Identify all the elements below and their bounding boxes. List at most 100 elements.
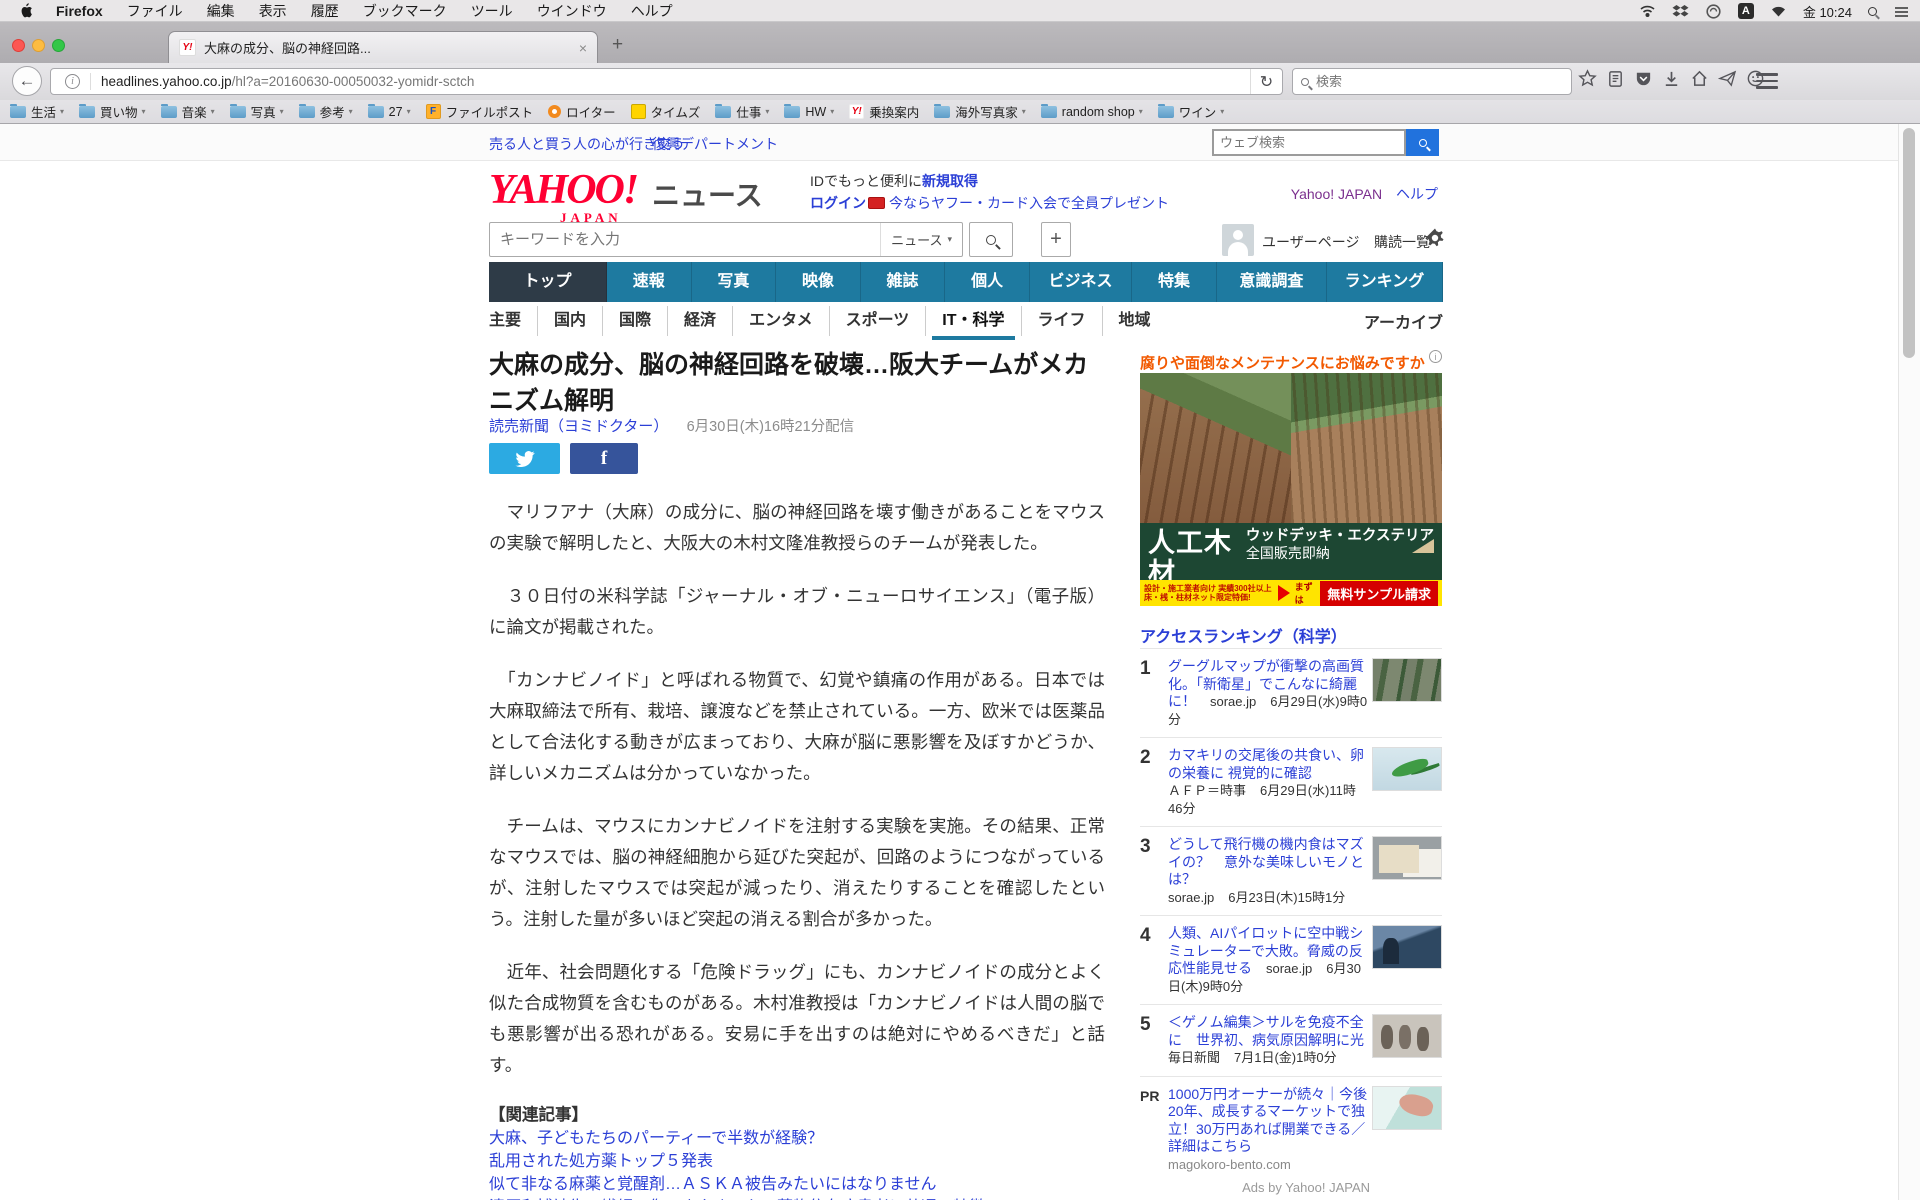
url-bar[interactable]: i headlines.yahoo.co.jp/hl?a=20160630-00…: [50, 68, 1283, 95]
bookmark-folder-shopping[interactable]: 買い物 ▾: [79, 102, 146, 121]
add-keyword-button[interactable]: +: [1041, 222, 1071, 257]
bookmark-folder-random-shop[interactable]: random shop ▾: [1040, 103, 1143, 119]
article-source-link[interactable]: 読売新聞（ヨミドクター）: [489, 418, 668, 435]
notification-center-icon[interactable]: [1893, 4, 1910, 19]
web-search-box[interactable]: [1212, 129, 1406, 156]
pr-thumbnail[interactable]: [1372, 1085, 1442, 1130]
bookmark-folder-hw[interactable]: HW ▾: [784, 103, 834, 119]
share-plane-icon[interactable]: [1718, 69, 1737, 88]
tab-close-icon[interactable]: ×: [579, 40, 587, 56]
nav-tab-personal[interactable]: 個人: [945, 262, 1030, 302]
apple-menu-icon[interactable]: [20, 3, 34, 18]
nav-tab-video[interactable]: 映像: [776, 262, 861, 302]
news-search-box[interactable]: ニュース▾: [489, 222, 963, 257]
facebook-share-button[interactable]: f: [570, 443, 638, 474]
menu-bookmarks[interactable]: ブックマーク: [363, 1, 447, 21]
news-service-logo[interactable]: ニュース: [652, 174, 763, 214]
menu-edit[interactable]: 編集: [207, 1, 235, 21]
subnav-world[interactable]: 国際: [602, 306, 667, 336]
downloads-icon[interactable]: [1662, 69, 1681, 88]
page-scrollbar-thumb[interactable]: [1903, 128, 1915, 358]
nav-tab-photo[interactable]: 写真: [692, 262, 777, 302]
card-promo-link[interactable]: 今ならヤフー・カード入会で全員プレゼント: [889, 195, 1169, 211]
ad-headline[interactable]: 腐りや面倒なメンテナンスにお悩みですか: [1140, 352, 1425, 373]
related-article-link[interactable]: 似て非なる麻薬と覚醒剤…ＡＳＫＡ被告みたいにはなりません: [489, 1173, 1105, 1196]
subnav-domestic[interactable]: 国内: [537, 306, 602, 336]
menu-hamburger-icon[interactable]: [1756, 73, 1778, 89]
nav-tab-flash[interactable]: 速報: [607, 262, 692, 302]
bookmark-folder-photo[interactable]: 写真 ▾: [229, 102, 284, 121]
site-info-icon[interactable]: i: [65, 74, 80, 89]
related-article-link[interactable]: 清原和博被告、繊細で傷つきやすい心…薬物依存症患者に共通の特徴: [489, 1196, 1105, 1200]
banner-link-2[interactable]: 復興デパートメント: [652, 134, 778, 154]
bookmark-folder-music[interactable]: 音楽 ▾: [160, 102, 215, 121]
subnav-sports[interactable]: スポーツ: [828, 306, 926, 336]
close-window-button[interactable]: [12, 39, 25, 52]
bookmark-reuters[interactable]: ロイター: [548, 102, 616, 121]
menu-help[interactable]: ヘルプ: [631, 1, 673, 21]
ad-cta-strip[interactable]: 設計・施工業者向け 実績300社以上 床・桟・柱材ネット限定特価! まずは 無料サ…: [1140, 580, 1442, 606]
ranking-thumbnail-cockpit[interactable]: [1372, 925, 1442, 969]
ranking-link[interactable]: ＜ゲノム編集＞サルを免疫不全に 世界初、病気原因解明に光: [1168, 1014, 1364, 1048]
nav-tab-ranking[interactable]: ランキング: [1327, 262, 1443, 302]
login-link[interactable]: ログイン: [810, 195, 866, 211]
home-icon[interactable]: [1690, 69, 1709, 88]
settings-gear-icon[interactable]: [1424, 227, 1446, 249]
ranking-thumbnail-satellite[interactable]: [1372, 658, 1442, 702]
input-source-icon[interactable]: A: [1737, 3, 1754, 19]
spotlight-search-icon[interactable]: [1868, 6, 1877, 16]
subnav-it-science[interactable]: IT・科学: [925, 306, 1020, 340]
ranking-thumbnail-meal[interactable]: [1372, 836, 1442, 880]
nav-tab-business[interactable]: ビジネス: [1030, 262, 1133, 302]
bookmark-folder-work[interactable]: 仕事 ▾: [715, 102, 769, 121]
nav-tab-top[interactable]: トップ: [489, 262, 608, 302]
reload-icon[interactable]: ↻: [1250, 69, 1282, 94]
bookmark-folder-wine[interactable]: ワイン ▾: [1157, 102, 1224, 121]
menu-tools[interactable]: ツール: [471, 1, 513, 21]
url-text[interactable]: headlines.yahoo.co.jp/hl?a=20160630-0005…: [101, 74, 474, 89]
web-search-button[interactable]: [1406, 129, 1439, 156]
pocket-icon[interactable]: [1634, 69, 1653, 88]
reading-list-icon[interactable]: [1606, 69, 1625, 88]
news-search-input[interactable]: [500, 231, 881, 248]
search-scope-dropdown[interactable]: ニュース ▾: [880, 223, 962, 256]
menu-view[interactable]: 表示: [259, 1, 287, 21]
subnav-economy[interactable]: 経済: [667, 306, 732, 336]
menu-file[interactable]: ファイル: [127, 1, 183, 21]
menubar-clock[interactable]: 金 10:24: [1803, 2, 1852, 21]
new-tab-button[interactable]: +: [612, 34, 623, 56]
yahoo-japan-link[interactable]: Yahoo! JAPAN: [1291, 186, 1382, 202]
subnav-life[interactable]: ライフ: [1020, 306, 1102, 336]
back-button[interactable]: ←: [12, 66, 42, 96]
web-search-input[interactable]: [1220, 135, 1404, 150]
bookmark-folder-reference[interactable]: 参考 ▾: [298, 102, 353, 121]
subnav-archive[interactable]: アーカイブ: [1364, 309, 1443, 333]
user-avatar[interactable]: [1222, 224, 1254, 256]
browser-search-bar[interactable]: [1292, 68, 1572, 95]
subnav-main[interactable]: 主要: [489, 306, 537, 336]
browser-search-input[interactable]: [1309, 74, 1571, 89]
bookmark-times[interactable]: タイムズ: [630, 102, 700, 121]
ad-deck-photo[interactable]: [1140, 373, 1442, 523]
ranking-link[interactable]: どうして飛行機の機内食はマズイの？ 意外な美味しいモノとは？: [1168, 836, 1364, 887]
ad-product-band[interactable]: 人工木材 ウッドデッキ・エクステリア 全国販売即納 木 ArtWood アートウ…: [1140, 523, 1442, 603]
page-scrollbar-track[interactable]: [1898, 124, 1920, 1200]
ranking-link[interactable]: カマキリの交尾後の共食い、卵の栄養に 視覚的に確認: [1168, 747, 1364, 781]
ads-by-label[interactable]: Ads by Yahoo! JAPAN: [1168, 1179, 1370, 1197]
access-ranking-title[interactable]: アクセスランキング（科学）: [1140, 623, 1347, 647]
ranking-thumbnail-mantis[interactable]: [1372, 747, 1442, 791]
news-search-button[interactable]: [969, 222, 1013, 257]
subscriptions-link[interactable]: 購読一覧: [1374, 232, 1430, 252]
ranking-thumbnail-monkeys[interactable]: [1372, 1014, 1442, 1058]
browser-tab[interactable]: Y! 大麻の成分、脳の神経回路... ×: [168, 31, 598, 63]
wifi-icon[interactable]: [1770, 4, 1787, 19]
ad-cta-button[interactable]: 無料サンプル請求: [1320, 580, 1438, 606]
subnav-region[interactable]: 地域: [1101, 306, 1167, 336]
bookmark-filepost[interactable]: F ファイルポスト: [425, 102, 533, 121]
signal-status-icon[interactable]: [1639, 4, 1656, 19]
zoom-window-button[interactable]: [52, 39, 65, 52]
user-page-link[interactable]: ユーザーページ: [1262, 232, 1359, 252]
related-article-link[interactable]: 乱用された処方薬トップ５発表: [489, 1150, 1105, 1173]
menu-firefox[interactable]: Firefox: [56, 3, 103, 19]
pr-link[interactable]: 1000万円オーナーが続々｜今後20年、成長するマーケットで独立！30万円あれば…: [1168, 1086, 1367, 1155]
